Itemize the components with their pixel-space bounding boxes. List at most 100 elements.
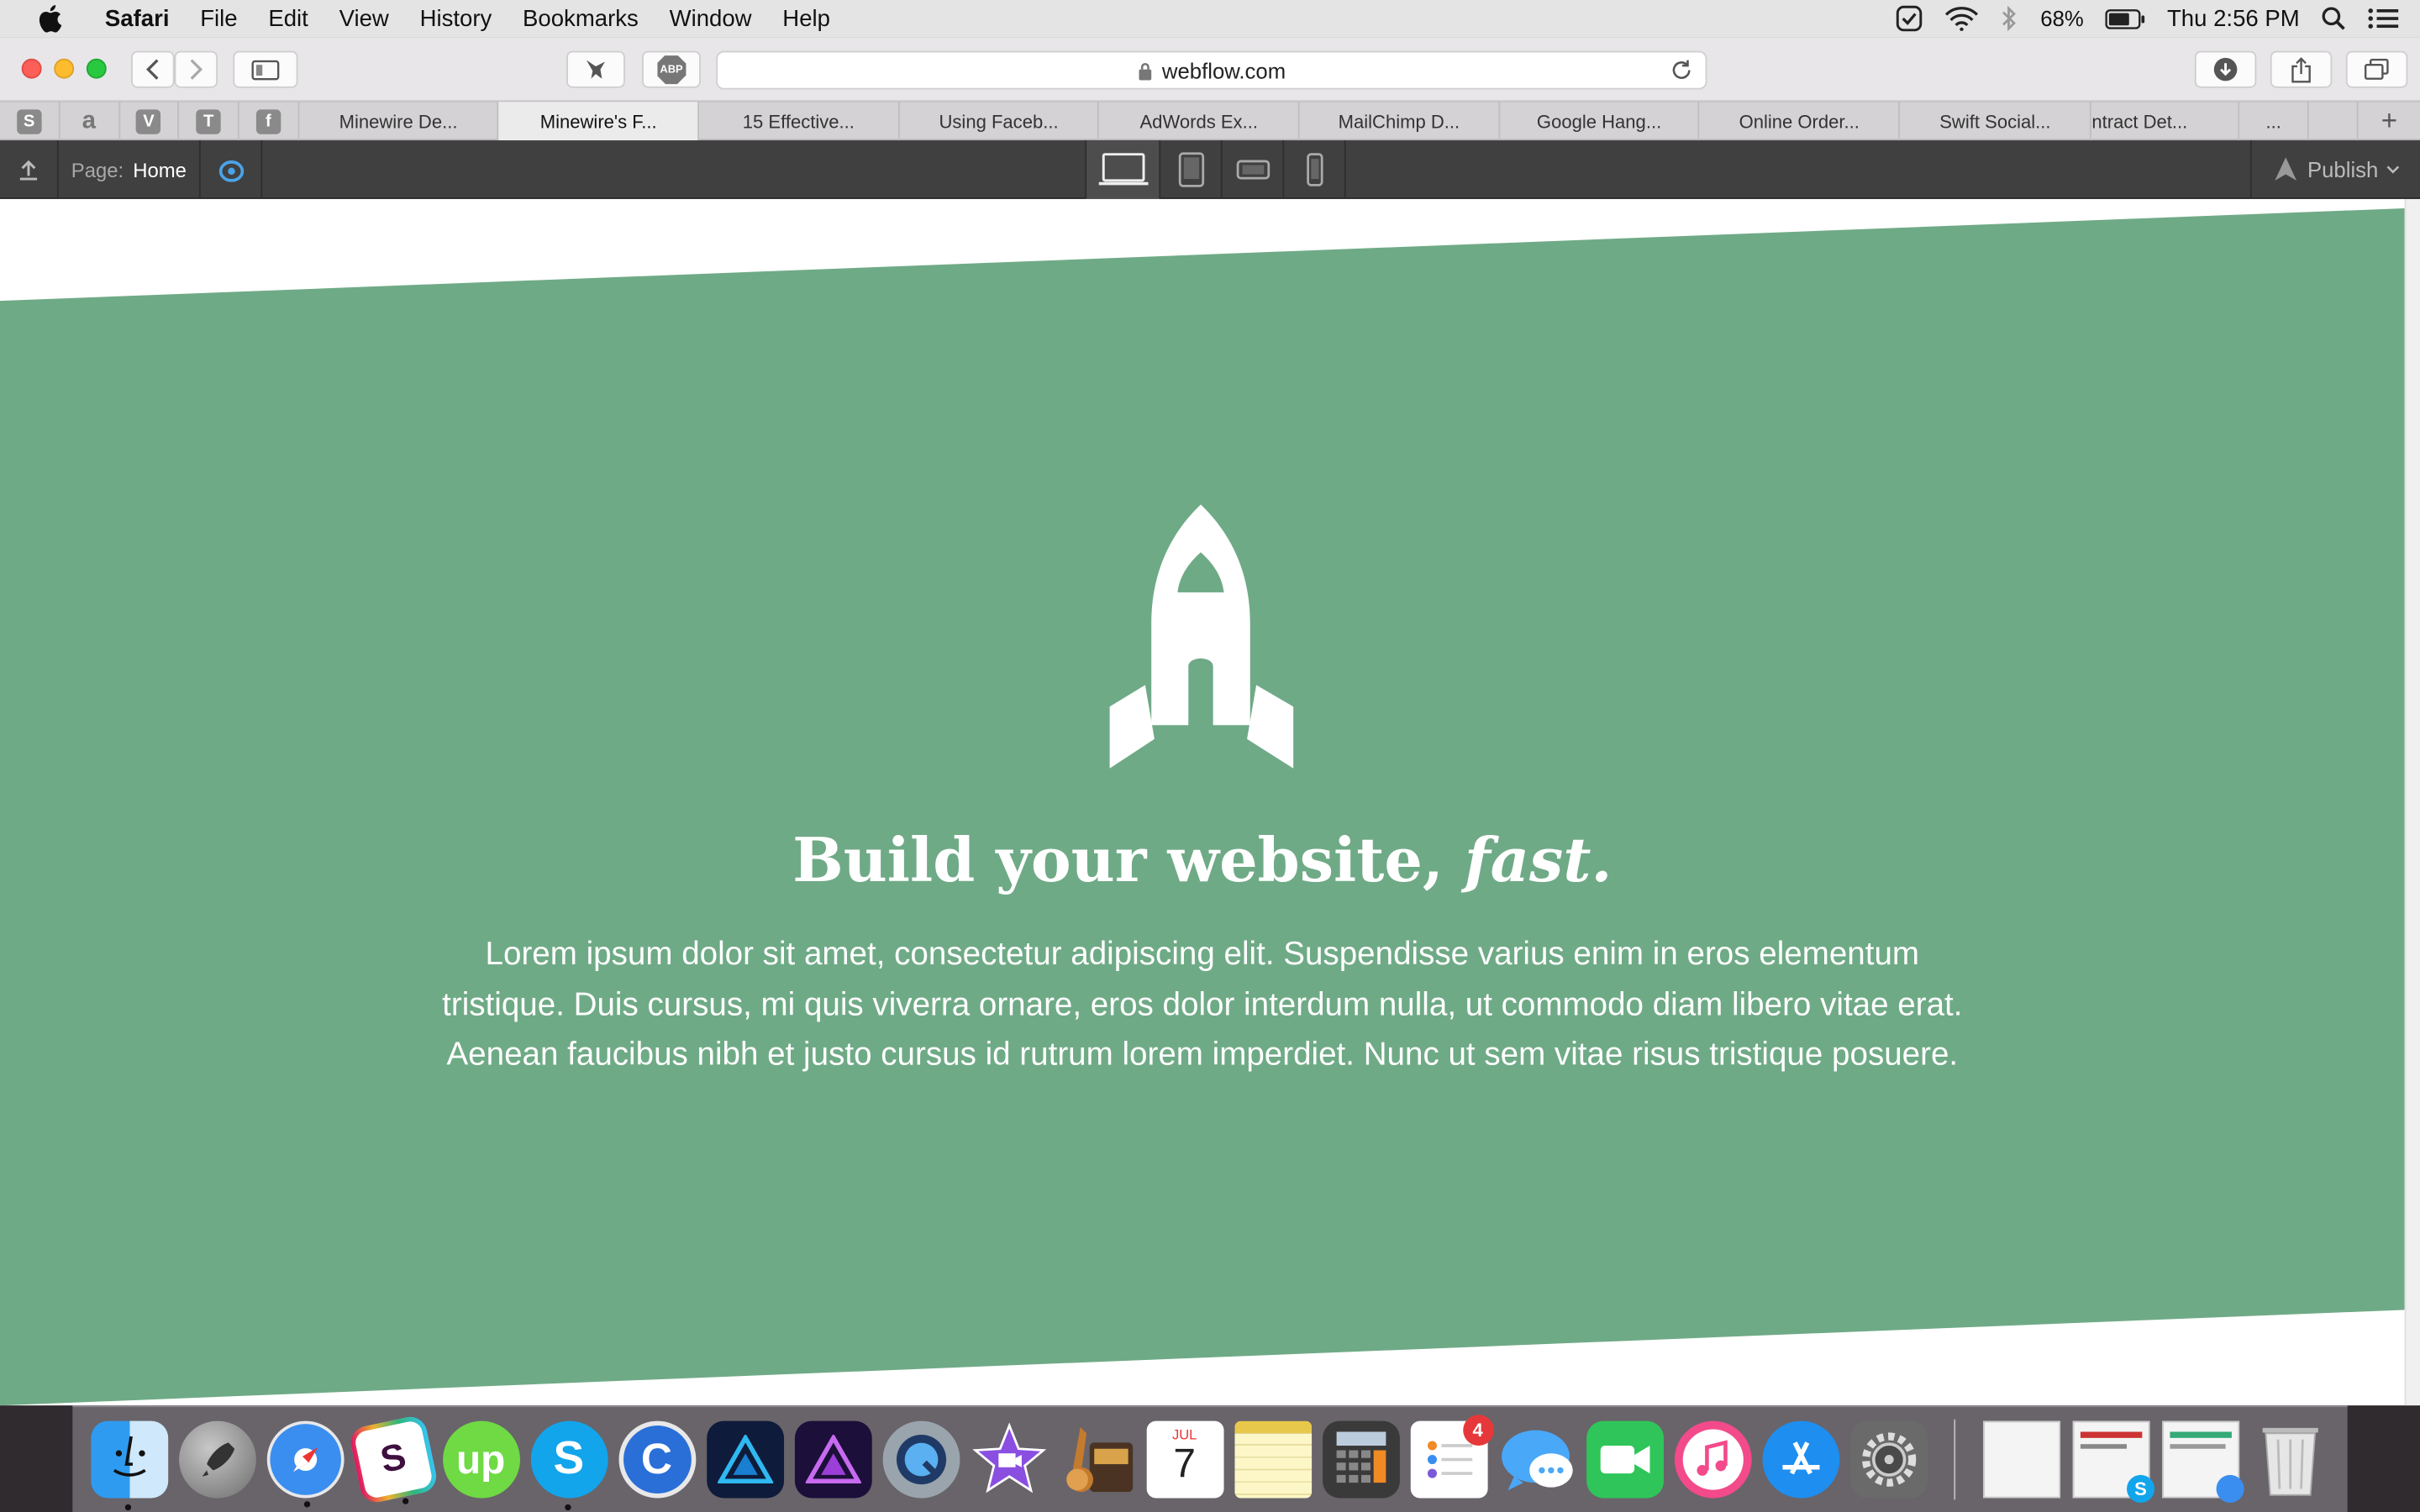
close-window-button[interactable] (21, 58, 42, 79)
notes-icon[interactable] (1234, 1420, 1312, 1499)
notification-center-icon[interactable] (2368, 6, 2399, 30)
desktop-view-button[interactable] (1085, 140, 1160, 199)
quicktime-icon[interactable] (881, 1420, 960, 1499)
messages-icon[interactable] (1498, 1421, 1576, 1499)
calculator-icon[interactable] (1322, 1420, 1399, 1499)
menu-help[interactable]: Help (782, 5, 830, 31)
new-tab-button[interactable]: + (2359, 102, 2420, 140)
pinned-tab-t[interactable]: T (180, 102, 239, 141)
pinned-tab-amazon[interactable]: a (60, 102, 120, 141)
app-store-icon[interactable] (1761, 1420, 1839, 1499)
page-selector[interactable]: Page: Home (59, 140, 201, 199)
tab-item[interactable]: AdWords Ex... (1100, 102, 1300, 141)
tab-item[interactable]: Google Hang... (1500, 102, 1701, 141)
reminders-badge: 4 (1462, 1415, 1494, 1446)
device-switcher (1085, 140, 1346, 199)
tab-item[interactable]: 15 Effective... (699, 102, 900, 141)
calendar-icon[interactable]: JUL 7 (1145, 1420, 1223, 1499)
apple-icon[interactable] (34, 3, 65, 34)
checklist-status-icon[interactable] (1896, 5, 1923, 33)
menu-history[interactable]: History (420, 5, 492, 31)
sidebar-toggle-button[interactable] (233, 50, 298, 88)
rocket-icon (1109, 504, 1294, 769)
spotlight-search-icon[interactable] (2321, 6, 2345, 30)
menu-window[interactable]: Window (670, 5, 752, 31)
menu-edit[interactable]: Edit (268, 5, 308, 31)
tab-item[interactable]: ... (2239, 102, 2310, 141)
pinned-tab-s[interactable]: S (0, 102, 60, 141)
garageband-icon[interactable] (1058, 1421, 1135, 1499)
tab-item[interactable]: Using Faceb... (899, 102, 1100, 141)
imovie-icon[interactable] (970, 1421, 1047, 1499)
tab-item[interactable]: Swift Social... (1900, 102, 2092, 141)
downloads-button[interactable] (2194, 50, 2257, 88)
trash-icon[interactable] (2251, 1421, 2328, 1499)
export-button[interactable] (0, 140, 59, 199)
lock-icon (1139, 62, 1152, 80)
launchpad-icon[interactable] (178, 1420, 255, 1499)
page-name: Home (133, 158, 187, 181)
facetime-icon[interactable] (1586, 1420, 1664, 1499)
menu-bookmarks[interactable]: Bookmarks (523, 5, 639, 31)
hero-title[interactable]: Build your website, fast. (0, 826, 2405, 896)
system-preferences-icon[interactable] (1849, 1420, 1928, 1499)
url-text: webflow.com (1161, 57, 1286, 83)
device-switcher-divider (1344, 140, 1346, 199)
tab-item-empty[interactable] (2310, 102, 2359, 141)
minimize-window-button[interactable] (54, 58, 75, 79)
menu-app-safari[interactable]: Safari (105, 5, 170, 31)
affinity-photo-icon[interactable] (794, 1420, 871, 1499)
tab-item[interactable]: ntract Det... (2091, 102, 2239, 141)
address-bar[interactable]: webflow.com (716, 50, 1707, 90)
minimized-window-blank[interactable] (1983, 1420, 2061, 1499)
zoom-window-button[interactable] (86, 58, 107, 79)
pinned-tab-v[interactable]: V (119, 102, 180, 141)
sidebar-icon (251, 59, 280, 80)
battery-icon[interactable] (2105, 8, 2146, 29)
wifi-icon[interactable] (1944, 6, 1979, 31)
share-button[interactable] (2270, 50, 2333, 88)
tab-item-active[interactable]: Minewire's F... (499, 102, 700, 141)
upwork-icon[interactable]: up (442, 1420, 520, 1499)
finder-icon[interactable] (90, 1420, 168, 1511)
publish-icon (2275, 157, 2297, 181)
minimized-window-skype[interactable]: S (2072, 1420, 2155, 1503)
c-app-icon[interactable]: C (618, 1420, 696, 1499)
designer-canvas[interactable]: Build your website, fast. Lorem ipsum do… (0, 198, 2420, 1406)
forward-button[interactable] (174, 50, 218, 88)
publish-button[interactable]: Publish (2249, 140, 2420, 199)
hero-paragraph[interactable]: Lorem ipsum dolor sit amet, consectetur … (423, 931, 1981, 1081)
adblock-button[interactable]: ABP (642, 50, 701, 88)
reminders-icon[interactable]: 4 (1409, 1415, 1494, 1499)
minimized-window-safari[interactable] (2162, 1420, 2244, 1503)
pinned-tab-facebook[interactable]: f (239, 102, 299, 141)
extension-button[interactable] (566, 50, 625, 88)
menu-clock[interactable]: Thu 2:56 PM (2167, 5, 2300, 31)
bluetooth-icon[interactable] (2001, 5, 2019, 33)
slack-icon[interactable]: S (346, 1414, 439, 1506)
menu-view[interactable]: View (339, 5, 389, 31)
tab-overview-button[interactable] (2345, 50, 2408, 88)
preview-button[interactable] (201, 140, 263, 199)
affinity-designer-icon[interactable] (706, 1420, 784, 1499)
tab-item[interactable]: MailChimp D... (1300, 102, 1500, 141)
adblock-icon: ABP (656, 55, 687, 85)
webflow-designer-bar: Page: Home Publish (0, 140, 2420, 199)
tablet-icon (1177, 152, 1204, 187)
back-button[interactable] (131, 50, 175, 88)
pinned-s-label: S (23, 112, 35, 131)
tab-item[interactable]: Minewire De... (299, 102, 500, 141)
menu-file[interactable]: File (200, 5, 237, 31)
mobile-landscape-view-button[interactable] (1220, 140, 1282, 199)
itunes-icon[interactable] (1673, 1420, 1751, 1499)
safari-icon[interactable] (266, 1420, 344, 1508)
tab-label: 15 Effective... (742, 110, 855, 133)
phone-landscape-icon (1235, 160, 1270, 180)
canvas-scrollbar[interactable] (2404, 198, 2420, 1406)
reload-icon[interactable] (1670, 59, 1693, 82)
tablet-view-button[interactable] (1159, 140, 1220, 199)
tab-item[interactable]: Online Order... (1700, 102, 1901, 141)
skype-icon[interactable]: S (529, 1420, 608, 1511)
dock-separator (1954, 1419, 1956, 1500)
mobile-portrait-view-button[interactable] (1282, 140, 1344, 199)
